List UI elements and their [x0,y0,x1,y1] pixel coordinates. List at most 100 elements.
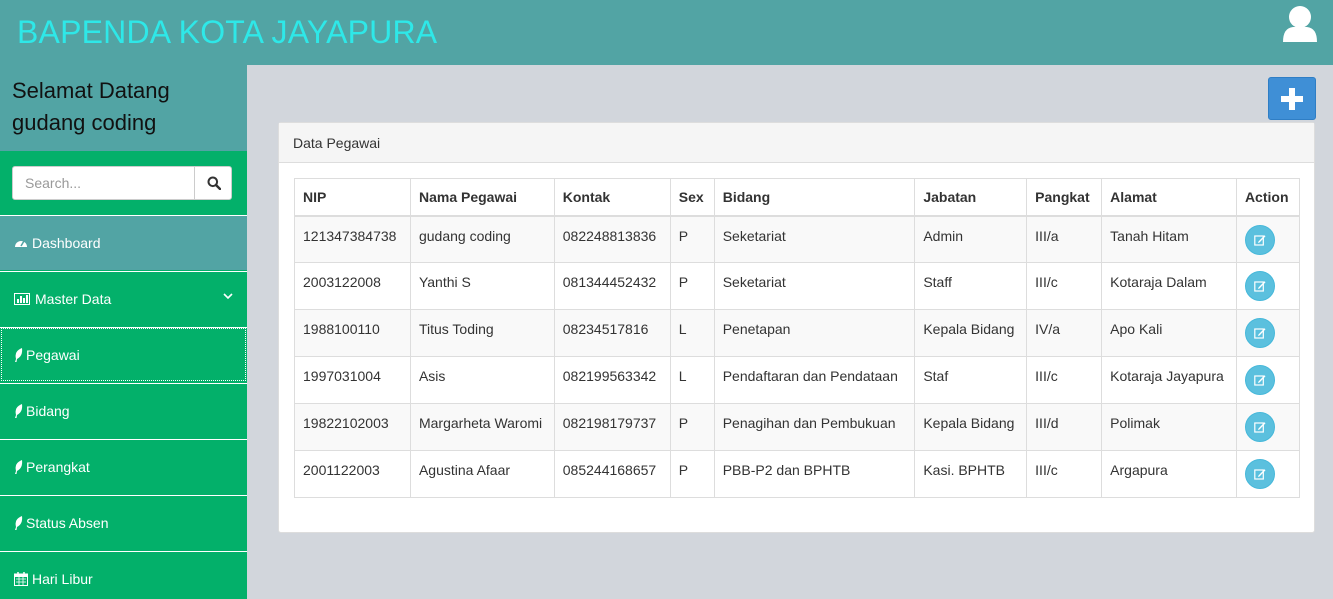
edit-button[interactable] [1244,412,1275,442]
edit-button[interactable] [1244,271,1275,301]
table-cell-action [1235,309,1301,357]
sidebar-item-pegawai[interactable]: Pegawai [0,327,247,382]
table-cell-alamat: Polimak [1101,403,1237,451]
table-cell-jabatan: Kepala Bidang [914,403,1028,451]
column-header-jabatan: Jabatan [914,178,1028,217]
panel-title: Data Pegawai [279,123,1314,163]
search-button[interactable] [194,167,232,199]
table-cell-jabatan: Admin [914,215,1028,263]
leaf-icon [14,516,24,530]
brand-title[interactable]: BAPENDA KOTA JAYAPURA [17,14,437,51]
welcome-greeting: Selamat Datang [12,78,170,103]
table-cell-sex: P [669,403,715,451]
sidebar-item-label: Hari Libur [32,571,93,587]
table-cell-pangkat: III/d [1026,403,1103,451]
table-cell-nip: 2001122003 [294,450,411,498]
table-cell-kontak: 082248813836 [553,215,671,263]
table-cell-nip: 121347384738 [294,215,411,263]
column-header-kontak: Kontak [553,178,671,217]
table-cell-sex: L [669,356,715,404]
table-cell-alamat: Apo Kali [1101,309,1237,357]
table-cell-bidang: PBB-P2 dan BPHTB [713,450,916,498]
sidebar-item-status-absen[interactable]: Status Absen [0,495,247,550]
column-header-nama-pegawai: Nama Pegawai [409,178,555,217]
edit-icon [1254,375,1266,386]
search-input[interactable] [13,167,195,199]
table-cell-nama-pegawai: gudang coding [409,215,555,263]
table-cell-pangkat: III/c [1026,356,1103,404]
search-icon [207,176,221,190]
chevron-down-icon [223,293,233,300]
sidebar-item-label: Status Absen [26,515,109,531]
column-header-pangkat: Pangkat [1026,178,1103,217]
table-cell-pangkat: III/c [1026,262,1103,310]
edit-button[interactable] [1244,224,1275,255]
column-header-nip: NIP [294,178,411,217]
table-header-row: NIP Nama Pegawai Kontak Sex Bidang Jabatan Pan… [294,178,1301,217]
calendar-icon [14,572,30,586]
table-cell-alamat: Argapura [1101,450,1237,498]
table-cell-nama-pegawai: Asis [409,356,555,404]
table-cell-kontak: 081344452432 [553,262,671,310]
table-row: 1997031004 Asis 082199563342 L Pendaftaran d… [294,356,1301,404]
leaf-icon [14,348,24,362]
table-cell-nama-pegawai: Titus Toding [409,309,555,357]
sidebar-item-hari-libur[interactable]: Hari Libur [0,551,247,599]
table-cell-jabatan: Kasi. BPHTB [914,450,1028,498]
dashboard-icon [14,236,30,250]
table-cell-sex: P [669,215,715,263]
sidebar-item-perangkat[interactable]: Perangkat [0,439,247,494]
column-header-alamat: Alamat [1101,178,1237,217]
table-cell-bidang: Penagihan dan Pembukuan [713,403,916,451]
table-cell-nama-pegawai: Yanthi S [409,262,555,310]
column-header-sex: Sex [669,178,715,217]
table-cell-jabatan: Kepala Bidang [914,309,1028,357]
table-cell-pangkat: IV/a [1026,309,1103,357]
table-row: 19822102003 Margarheta Waromi 082198179737… [294,403,1301,451]
table-cell-alamat: Kotaraja Jayapura [1101,356,1237,404]
table-cell-action [1235,403,1301,451]
table-cell-nip: 1988100110 [294,309,411,357]
edit-button[interactable] [1244,459,1275,489]
sidebar-search [12,166,232,200]
edit-icon [1254,328,1266,339]
edit-icon [1254,422,1266,433]
user-icon[interactable] [1281,4,1319,44]
table-cell-kontak: 08234517816 [553,309,671,357]
table-cell-jabatan: Staf [914,356,1028,404]
table-cell-pangkat: III/a [1026,215,1103,263]
table-cell-bidang: Penetapan [713,309,916,357]
leaf-icon [14,460,24,474]
sidebar-item-label: Dashboard [32,235,101,251]
table-cell-action [1235,450,1301,498]
sidebar-item-bidang[interactable]: Bidang [0,383,247,438]
table-cell-sex: L [669,309,715,357]
sidebar-item-dashboard[interactable]: Dashboard [0,215,247,270]
add-pegawai-button[interactable] [1268,77,1316,120]
pegawai-table: NIP Nama Pegawai Kontak Sex Bidang Jabatan Pan… [294,178,1301,498]
table-cell-sex: P [669,262,715,310]
data-pegawai-panel: Data Pegawai NIP Nama Pegawai Kontak Sex Bid… [278,122,1315,533]
sidebar-item-label: Pegawai [26,347,80,363]
table-cell-action [1235,215,1301,263]
table-cell-kontak: 082199563342 [553,356,671,404]
sidebar-item-master-data[interactable]: Master Data [0,271,247,326]
sidebar-item-label: Bidang [26,403,70,419]
plus-icon [1281,87,1303,110]
sidebar-item-label: Perangkat [26,459,90,475]
table-cell-sex: P [669,450,715,498]
welcome-username: gudang coding [12,110,157,135]
table-cell-alamat: Kotaraja Dalam [1101,262,1237,310]
table-cell-kontak: 082198179737 [553,403,671,451]
edit-icon [1254,469,1266,480]
table-cell-action [1235,262,1301,310]
leaf-icon [14,404,24,418]
edit-button[interactable] [1244,318,1275,348]
sidebar-item-label: Master Data [35,291,112,307]
table-row: 2001122003 Agustina Afaar 085244168657 P PBB… [294,450,1301,498]
table-cell-nip: 1997031004 [294,356,411,404]
edit-button[interactable] [1244,365,1275,395]
table-row: 121347384738 gudang coding 082248813836 P Se… [294,215,1301,263]
top-navbar: BAPENDA KOTA JAYAPURA [0,0,1333,65]
welcome-panel: Selamat Datang gudang coding [0,65,247,151]
